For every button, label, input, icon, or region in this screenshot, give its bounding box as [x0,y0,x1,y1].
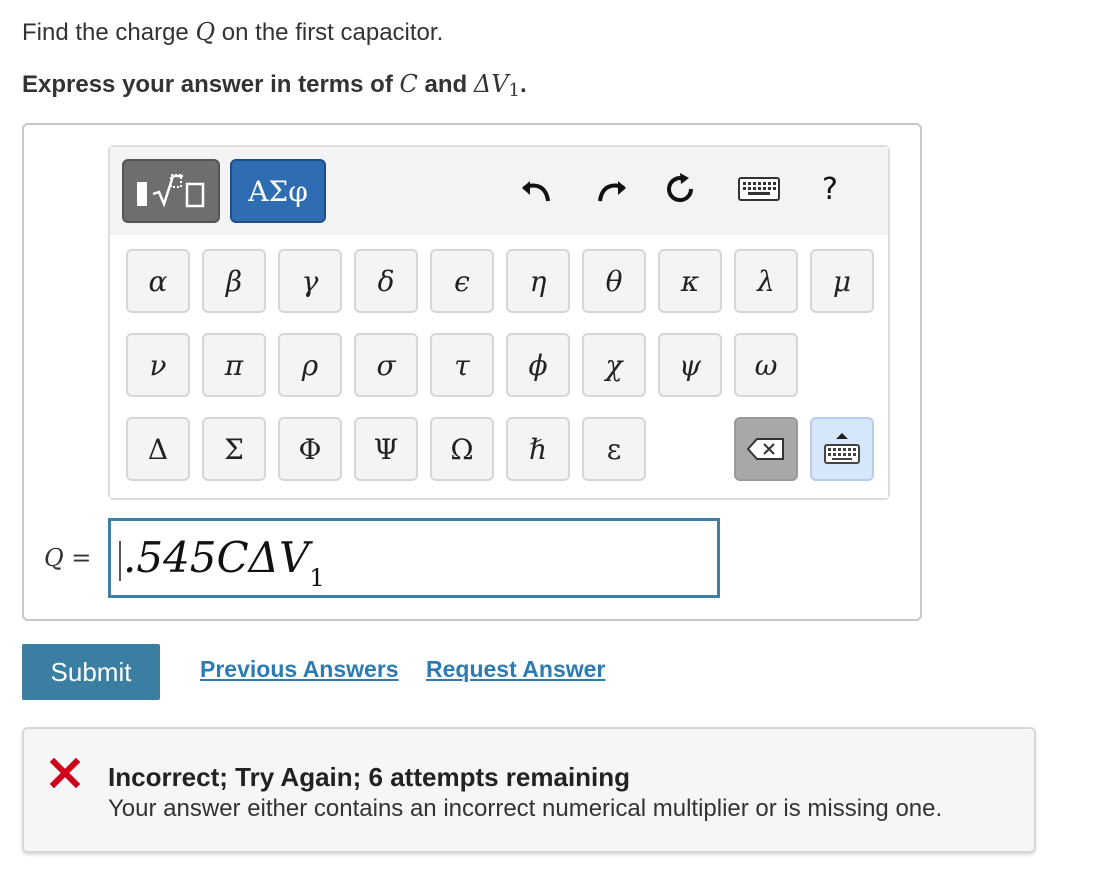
greek-key[interactable]: Σ [202,417,266,481]
instruction-variable-dv: ΔV [473,70,509,98]
greek-key[interactable]: Δ [126,417,190,481]
greek-key[interactable]: π [202,333,266,397]
greek-keypad: αβγδϵηθκλμ νπρστϕχψω ΔΣΦΨΩℏε [110,235,888,498]
greek-key[interactable]: ω [734,333,798,397]
previous-answers-link[interactable]: Previous Answers [200,656,399,683]
greek-key[interactable]: β [202,249,266,313]
math-toolbar: ΑΣφ ? α β γ δ ϵ η θ κ λ μ ν π ρ σ τ ϕ χ … [108,145,890,500]
greek-key[interactable]: ν [126,333,190,397]
answer-value-subscript: 1 [309,564,325,592]
answer-variable-label: Q = [44,544,92,572]
greek-key[interactable]: η [506,249,570,313]
backspace-icon [747,438,784,460]
greek-key[interactable]: σ [354,333,418,397]
greek-key[interactable]: ρ [278,333,342,397]
templates-icon [137,174,205,208]
error-x-icon [49,757,81,793]
greek-key[interactable]: ϵ [430,249,494,313]
toolbar-header: ΑΣφ ? [110,147,888,233]
greek-key[interactable]: δ [354,249,418,313]
instruction-variable-subscript: 1 [508,80,520,101]
feedback-message: Your answer either contains an incorrect… [108,795,943,822]
redo-icon[interactable] [592,167,632,211]
reset-icon[interactable] [660,167,700,211]
answer-instruction: Express your answer in terms of C and ΔV… [22,70,527,101]
greek-key[interactable]: ε [582,417,646,481]
keyboard-toggle-key[interactable] [810,417,874,481]
feedback-title: Incorrect; Try Again; 6 attempts remaini… [108,762,631,792]
greek-key[interactable]: χ [582,333,646,397]
undo-icon[interactable] [516,167,556,211]
keyboard-toggle-icon [824,433,860,464]
greek-key[interactable]: ϕ [506,333,570,397]
question-prompt: Find the charge Q on the first capacitor… [22,18,443,47]
greek-key[interactable]: τ [430,333,494,397]
keyboard-icon[interactable] [736,167,782,211]
instruction-variable-c: C [399,70,418,98]
input-cursor [119,541,121,581]
greek-mode-button[interactable]: ΑΣφ [230,159,326,223]
greek-key[interactable]: λ [734,249,798,313]
instruction-text-end: . [520,71,527,98]
greek-key[interactable]: μ [810,249,874,313]
submit-button[interactable]: Submit [22,644,160,700]
greek-key[interactable]: Ω [430,417,494,481]
greek-key[interactable]: Ψ [354,417,418,481]
help-icon[interactable]: ? [810,167,850,211]
instruction-text-before: Express your answer in terms of [22,71,400,98]
answer-input[interactable]: .545CΔV1 [108,518,720,598]
greek-key[interactable]: γ [278,249,342,313]
template-mode-button[interactable] [122,159,220,223]
backspace-key[interactable] [734,417,798,481]
request-answer-link[interactable]: Request Answer [426,656,605,683]
greek-key[interactable]: ℏ [506,417,570,481]
greek-key[interactable]: ψ [658,333,722,397]
answer-value: .545CΔV [123,533,310,582]
prompt-text-before: Find the charge [22,19,196,46]
greek-key[interactable]: θ [582,249,646,313]
instruction-text-mid: and [417,71,474,98]
prompt-variable: Q [195,18,216,46]
greek-key[interactable]: Φ [278,417,342,481]
prompt-text-after: on the first capacitor. [215,19,444,46]
greek-key[interactable]: κ [658,249,722,313]
greek-key[interactable]: α [126,249,190,313]
